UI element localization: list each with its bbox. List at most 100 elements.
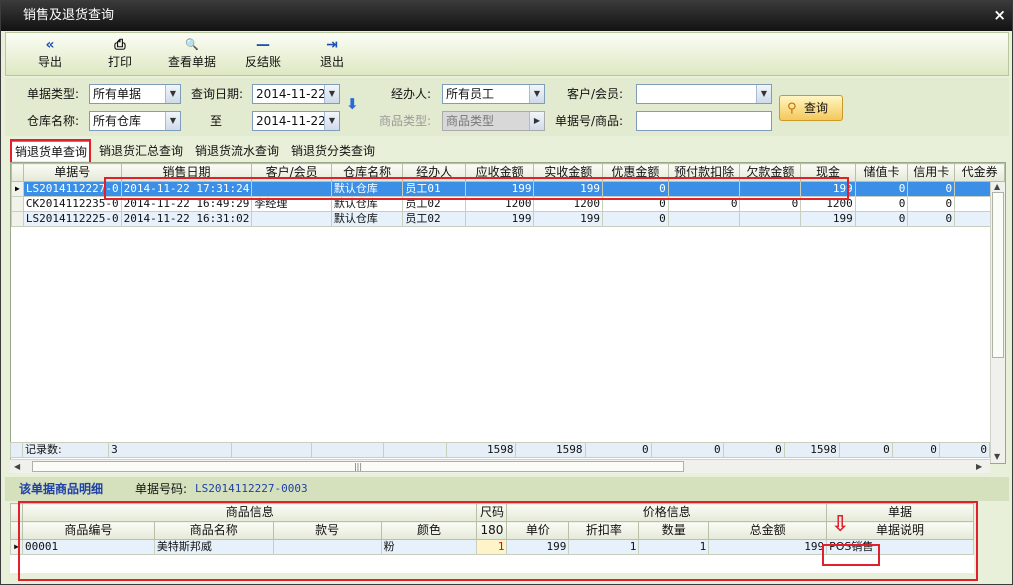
handler-select[interactable]: 所有员工 ▼ xyxy=(442,84,545,104)
table-cell[interactable]: 0 xyxy=(667,196,741,212)
doc-type-select[interactable]: 所有单据 ▼ xyxy=(89,84,181,104)
table-cell[interactable]: 0 xyxy=(602,211,669,227)
scroll-right-icon[interactable]: ▶ xyxy=(976,462,982,471)
table-cell[interactable]: 默认仓库 xyxy=(330,196,404,212)
table-cell[interactable]: 2014-11-22 16:31:02 xyxy=(120,211,253,227)
table-cell[interactable]: 0 xyxy=(739,196,802,212)
table-cell[interactable] xyxy=(272,539,382,555)
table-row[interactable]: CK2014112235-0 2014-11-22 16:49:29 李经理 默… xyxy=(11,196,1005,212)
exit-button[interactable]: ⇥ 退出 xyxy=(312,36,352,74)
chevron-down-icon[interactable]: ▼ xyxy=(165,85,180,103)
chevron-down-icon[interactable]: ▼ xyxy=(529,85,544,103)
query-button[interactable]: ⚲ 查询 xyxy=(779,95,843,121)
table-cell[interactable]: 0 xyxy=(907,211,956,227)
table-cell[interactable]: 0 xyxy=(907,181,956,197)
table-cell[interactable]: 美特斯邦威 xyxy=(153,539,274,555)
column-header[interactable]: 实收金额 xyxy=(533,163,604,182)
table-cell[interactable]: 00001 xyxy=(21,539,155,555)
view-document-button[interactable]: 🔍 查看单据 xyxy=(161,36,223,74)
table-cell[interactable]: 0 xyxy=(602,196,669,212)
tab-flow-query[interactable]: 销退货流水查询 xyxy=(192,141,282,161)
table-cell[interactable]: 0 xyxy=(907,196,956,212)
scroll-up-icon[interactable]: ▲ xyxy=(994,182,1000,191)
table-cell[interactable]: 199 xyxy=(464,181,535,197)
scroll-thumb[interactable]: ||| xyxy=(32,461,684,472)
column-header[interactable]: 客户/会员 xyxy=(251,163,332,182)
column-header[interactable]: 现金 xyxy=(800,163,856,182)
column-header[interactable]: 数量 xyxy=(638,521,710,540)
chevron-down-icon[interactable]: ▼ xyxy=(324,112,339,130)
table-cell[interactable]: 199 xyxy=(533,181,604,197)
column-header[interactable]: 单据号 xyxy=(22,163,122,182)
docno-input[interactable] xyxy=(636,111,772,131)
close-icon[interactable]: × xyxy=(993,7,1006,23)
table-cell[interactable]: 默认仓库 xyxy=(330,211,404,227)
scroll-thumb[interactable] xyxy=(992,192,1004,358)
scroll-left-icon[interactable]: ◀ xyxy=(14,462,20,471)
table-cell[interactable]: 2014-11-22 17:31:24 xyxy=(120,181,253,197)
table-cell[interactable] xyxy=(251,211,332,227)
table-cell[interactable]: 粉 xyxy=(380,539,478,555)
table-cell[interactable]: 0 xyxy=(854,181,909,197)
column-header[interactable]: 信用卡 xyxy=(907,163,956,182)
column-header[interactable]: 单价 xyxy=(506,521,570,540)
print-button[interactable]: ⎙ 打印 xyxy=(100,36,140,74)
table-cell[interactable] xyxy=(667,181,741,197)
scroll-down-icon[interactable]: ▼ xyxy=(994,452,1000,461)
column-header[interactable]: 仓库名称 xyxy=(330,163,404,182)
reverse-settle-button[interactable]: — 反结账 xyxy=(238,36,288,74)
table-cell[interactable]: 李经理 xyxy=(251,196,332,212)
column-header[interactable]: 商品编号 xyxy=(21,521,155,540)
customer-select[interactable]: ▼ xyxy=(636,84,772,104)
table-cell[interactable]: LS2014112225-0 xyxy=(22,211,122,227)
column-header[interactable]: 总金额 xyxy=(708,521,828,540)
table-cell[interactable]: 199 xyxy=(800,211,856,227)
column-header[interactable]: 代金券 xyxy=(954,163,1005,182)
column-header[interactable]: 欠款金额 xyxy=(739,163,802,182)
tab-category-query[interactable]: 销退货分类查询 xyxy=(288,141,378,161)
column-header[interactable]: 折扣率 xyxy=(568,521,640,540)
table-cell[interactable] xyxy=(667,211,741,227)
table-cell[interactable]: 199 xyxy=(800,181,856,197)
table-cell[interactable]: 2014-11-22 16:49:29 xyxy=(120,196,253,212)
table-row[interactable]: LS2014112225-0 2014-11-22 16:31:02 默认仓库 … xyxy=(11,211,1005,227)
column-header[interactable]: 180 xyxy=(476,521,508,540)
date-to-picker[interactable]: 2014-11-22 ▼ xyxy=(252,111,340,131)
table-cell[interactable]: 199 xyxy=(533,211,604,227)
table-row[interactable]: ▶ 00001 美特斯邦威 粉 1 199 1 1 199 POS销售 xyxy=(10,539,974,555)
column-header[interactable]: 应收金额 xyxy=(464,163,535,182)
table-cell[interactable]: LS2014112227-0 xyxy=(22,181,122,197)
table-cell[interactable]: 员工01 xyxy=(402,181,466,197)
table-cell[interactable]: 1200 xyxy=(464,196,535,212)
chevron-down-icon[interactable]: ▼ xyxy=(756,85,771,103)
table-cell[interactable]: 1 xyxy=(568,539,640,555)
horizontal-scrollbar[interactable]: ◀ ||| ▶ xyxy=(10,459,990,473)
table-cell[interactable]: 默认仓库 xyxy=(330,181,404,197)
table-cell[interactable]: 0 xyxy=(854,196,909,212)
table-cell[interactable] xyxy=(739,211,802,227)
table-cell[interactable]: POS销售 xyxy=(826,539,974,555)
table-cell[interactable] xyxy=(251,181,332,197)
table-cell[interactable]: 199 xyxy=(708,539,828,555)
column-header[interactable]: 经办人 xyxy=(402,163,466,182)
tab-summary-query[interactable]: 销退货汇总查询 xyxy=(96,141,186,161)
column-header[interactable]: 款号 xyxy=(272,521,382,540)
table-cell[interactable]: CK2014112235-0 xyxy=(22,196,122,212)
column-header[interactable]: 优惠金额 xyxy=(602,163,669,182)
column-header[interactable]: 销售日期 xyxy=(120,163,253,182)
tab-doc-query[interactable]: 销退货单查询 xyxy=(11,141,92,161)
column-header[interactable]: 预付款扣除 xyxy=(667,163,741,182)
column-header[interactable]: 储值卡 xyxy=(854,163,909,182)
table-cell[interactable]: 员工02 xyxy=(402,196,466,212)
table-cell[interactable]: 1200 xyxy=(800,196,856,212)
export-button[interactable]: « 导出 xyxy=(30,36,70,74)
table-cell[interactable]: 1200 xyxy=(533,196,604,212)
chevron-down-icon[interactable]: ▼ xyxy=(165,112,180,130)
column-header[interactable]: 商品名称 xyxy=(153,521,274,540)
vertical-scrollbar[interactable]: ▲ ▼ xyxy=(990,182,1005,463)
column-header[interactable]: 颜色 xyxy=(380,521,478,540)
table-cell[interactable]: 0 xyxy=(854,211,909,227)
table-cell[interactable]: 199 xyxy=(506,539,570,555)
chevron-down-icon[interactable]: ▼ xyxy=(324,85,339,103)
table-cell[interactable]: 1 xyxy=(476,539,508,555)
